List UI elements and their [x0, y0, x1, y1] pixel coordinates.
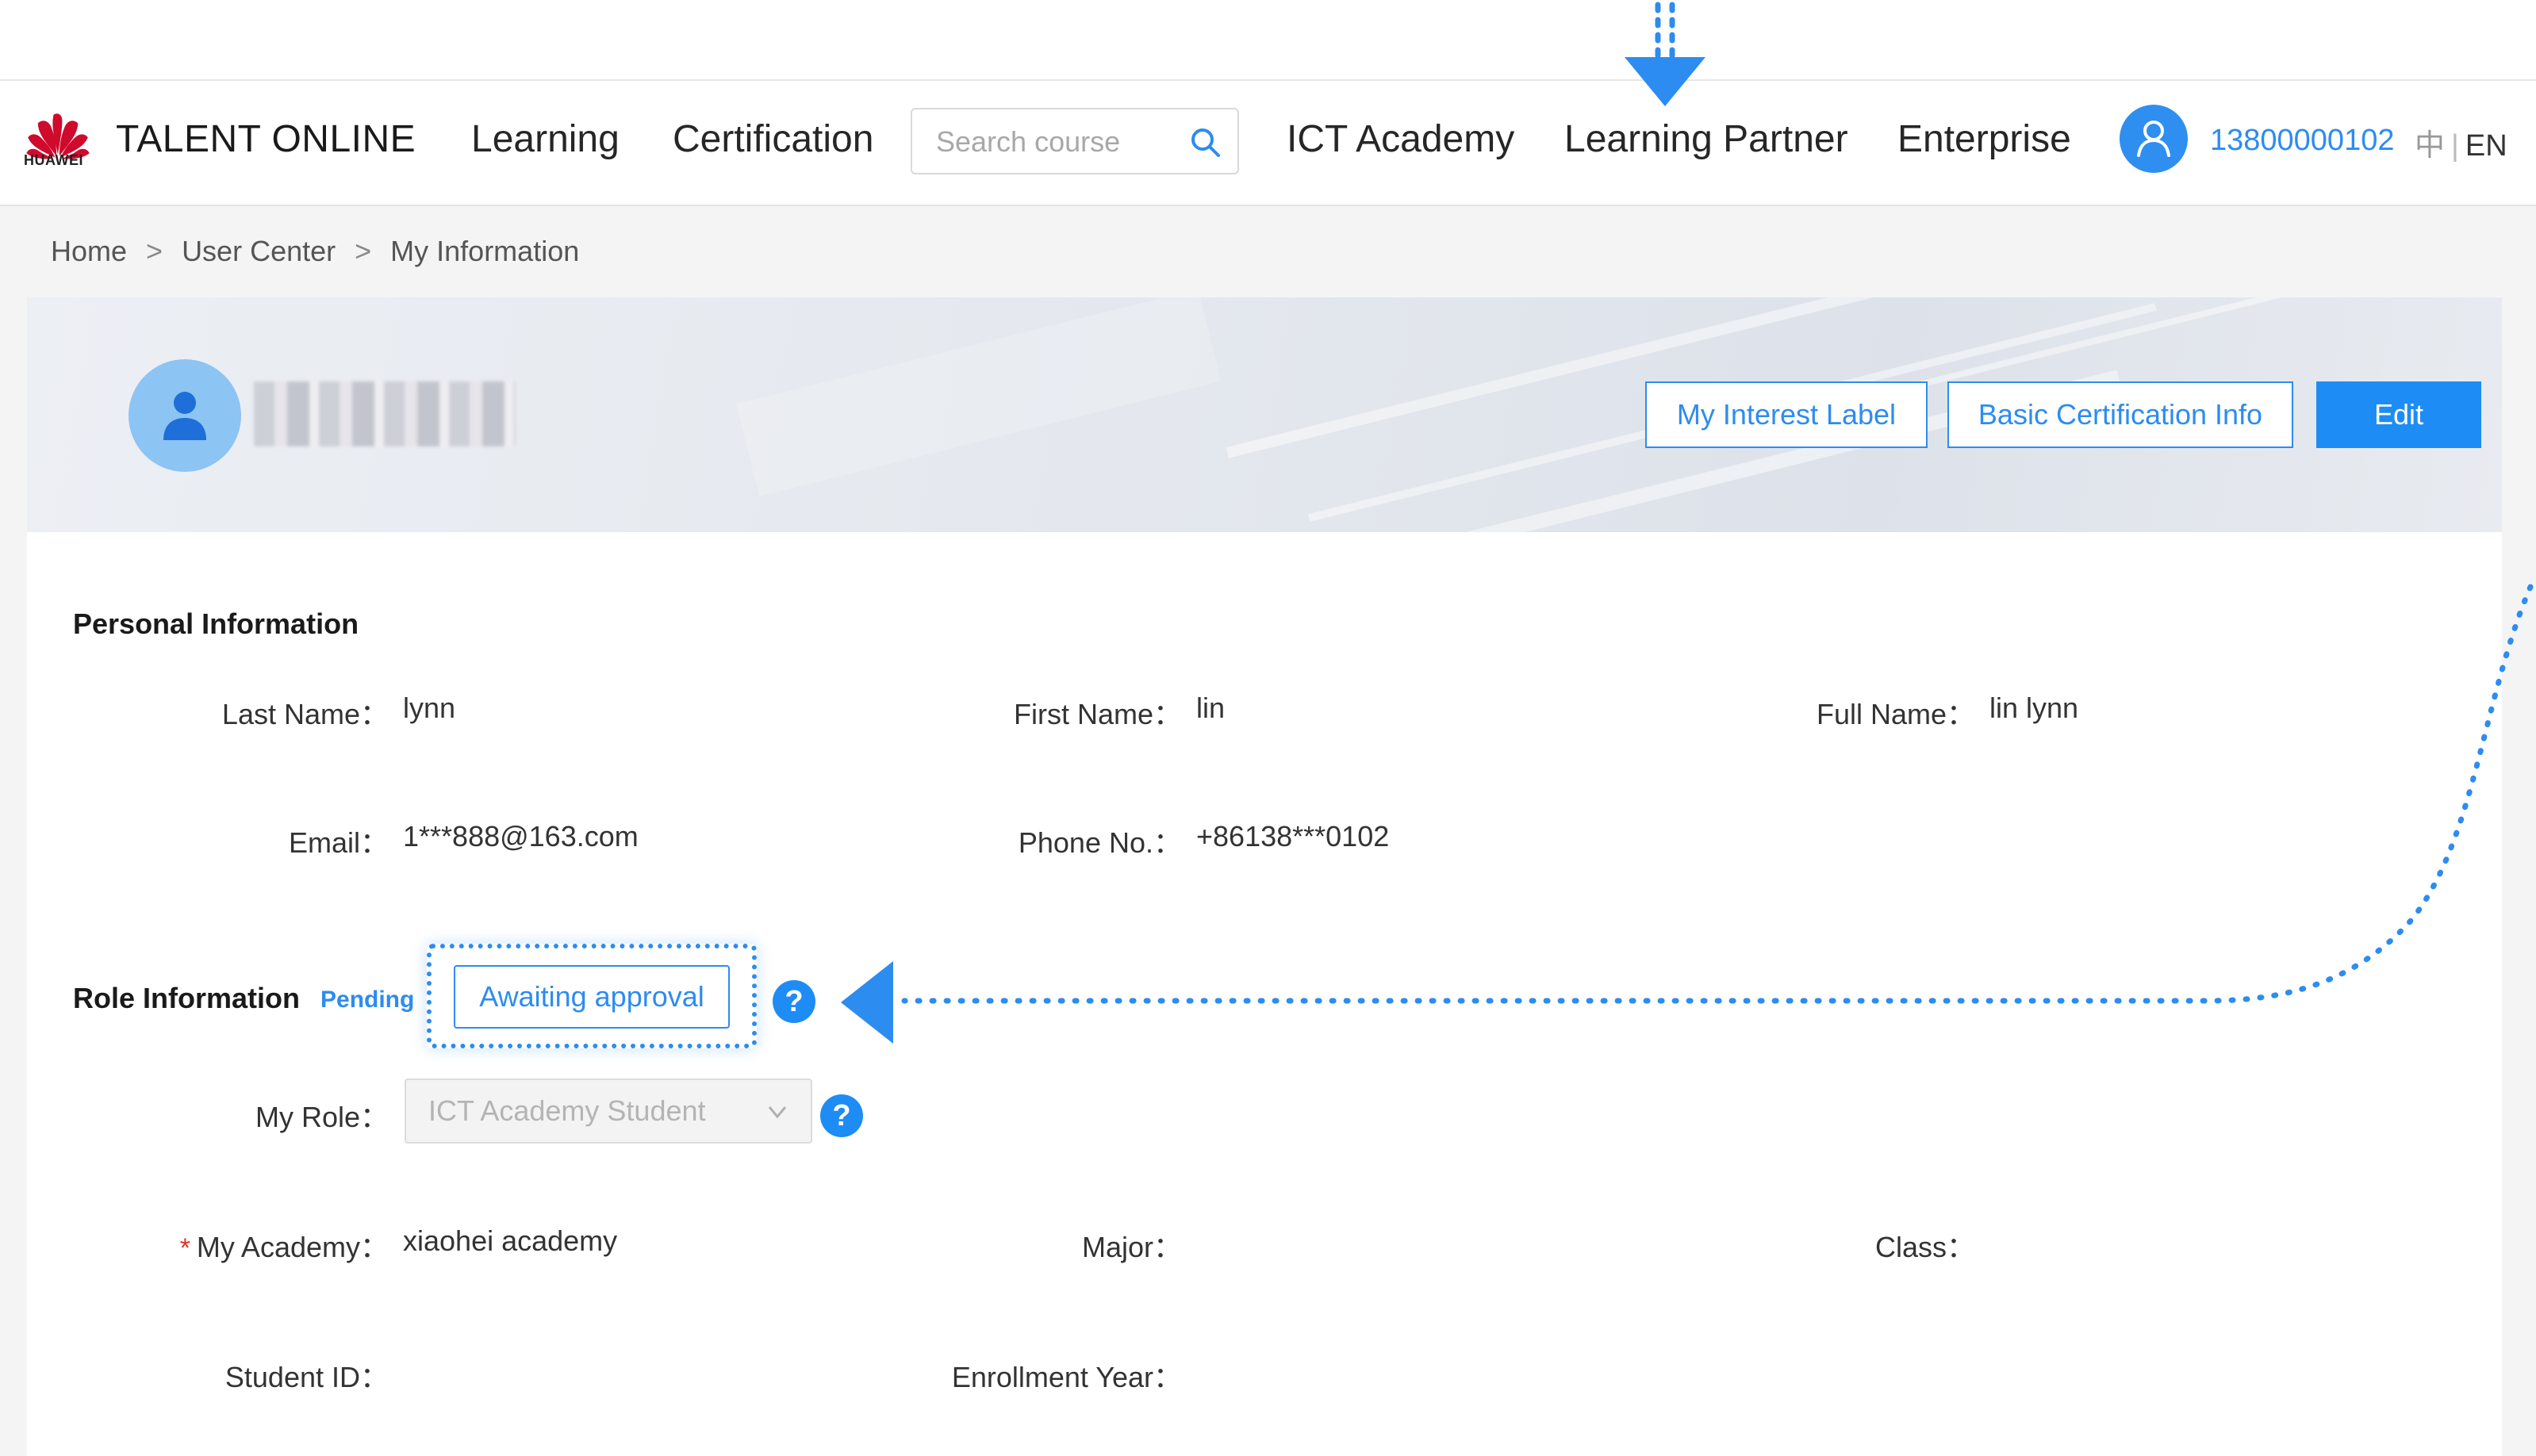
first-name-label: First Name：: [1013, 698, 1182, 730]
blurred-username: [254, 381, 516, 446]
email-label: Email：: [288, 826, 389, 859]
phone-label: Phone No.：: [1018, 826, 1182, 859]
nav-enterprise[interactable]: Enterprise: [1897, 117, 2071, 161]
user-icon: [2137, 121, 2170, 157]
basic-certification-info-button[interactable]: Basic Certification Info: [1947, 381, 2293, 448]
user-phone-link[interactable]: 13800000102: [2210, 124, 2394, 158]
my-interest-label-button[interactable]: My Interest Label: [1645, 381, 1928, 448]
breadcrumb-user-center[interactable]: User Center: [182, 235, 336, 267]
top-strip: [0, 0, 2536, 81]
phone-value: +86138***0102: [1196, 820, 1390, 853]
first-name-value: lin: [1196, 692, 1226, 724]
required-asterisk: *: [179, 1233, 190, 1263]
my-role-select[interactable]: ICT Academy Student: [405, 1079, 812, 1144]
profile-banner: My Interest Label Basic Certification In…: [27, 297, 2502, 532]
breadcrumb: Home > User Center > My Information: [51, 235, 580, 267]
user-avatar[interactable]: [2120, 105, 2188, 173]
my-role-help-icon[interactable]: ?: [820, 1094, 863, 1137]
role-information-title: Role Information: [73, 982, 300, 1014]
search-input[interactable]: [934, 122, 1176, 162]
role-help-icon[interactable]: ?: [773, 980, 815, 1023]
site-brand-title[interactable]: TALENT ONLINE: [116, 117, 416, 161]
full-name-value: lin lynn: [1989, 692, 2079, 724]
class-label: Class：: [1874, 1231, 1975, 1263]
my-academy-label: * My Academy：: [179, 1231, 389, 1263]
nav-learning-partner[interactable]: Learning Partner: [1564, 117, 1848, 161]
email-value: 1***888@163.com: [403, 820, 639, 853]
breadcrumb-home[interactable]: Home: [51, 235, 127, 267]
role-status-badge: Pending: [320, 987, 415, 1013]
enrollment-year-label: Enrollment Year：: [951, 1361, 1182, 1393]
chevron-down-icon: [768, 1106, 787, 1119]
logo-brand-text: HUAWEI: [24, 152, 83, 168]
nav-learning[interactable]: Learning: [471, 117, 620, 161]
full-name-label: Full Name：: [1816, 698, 1975, 730]
my-role-selected-value: ICT Academy Student: [428, 1094, 706, 1127]
lang-en[interactable]: EN: [2465, 129, 2507, 163]
last-name-value: lynn: [403, 692, 456, 724]
personal-information-title: Personal Information: [73, 607, 359, 640]
nav-certification[interactable]: Certification: [673, 117, 873, 161]
breadcrumb-my-information: My Information: [390, 235, 580, 267]
lang-cn[interactable]: 中: [2415, 129, 2445, 163]
nav-ict-academy[interactable]: ICT Academy: [1287, 117, 1514, 161]
search-box[interactable]: [911, 108, 1239, 174]
language-switcher: 中 | EN: [2415, 129, 2507, 163]
major-label: Major：: [1081, 1231, 1182, 1263]
top-navigation-bar: HUAWEI TALENT ONLINE Learning Certificat…: [0, 81, 2536, 206]
edit-button[interactable]: Edit: [2316, 381, 2481, 448]
my-academy-value: xiaohei academy: [403, 1224, 618, 1257]
last-name-label: Last Name：: [221, 698, 389, 730]
awaiting-approval-button[interactable]: Awaiting approval: [454, 965, 730, 1029]
profile-avatar[interactable]: [129, 359, 241, 472]
my-role-label: My Role：: [255, 1101, 389, 1133]
student-id-label: Student ID：: [224, 1361, 389, 1393]
search-icon[interactable]: [1187, 124, 1225, 162]
user-icon: [163, 392, 206, 440]
